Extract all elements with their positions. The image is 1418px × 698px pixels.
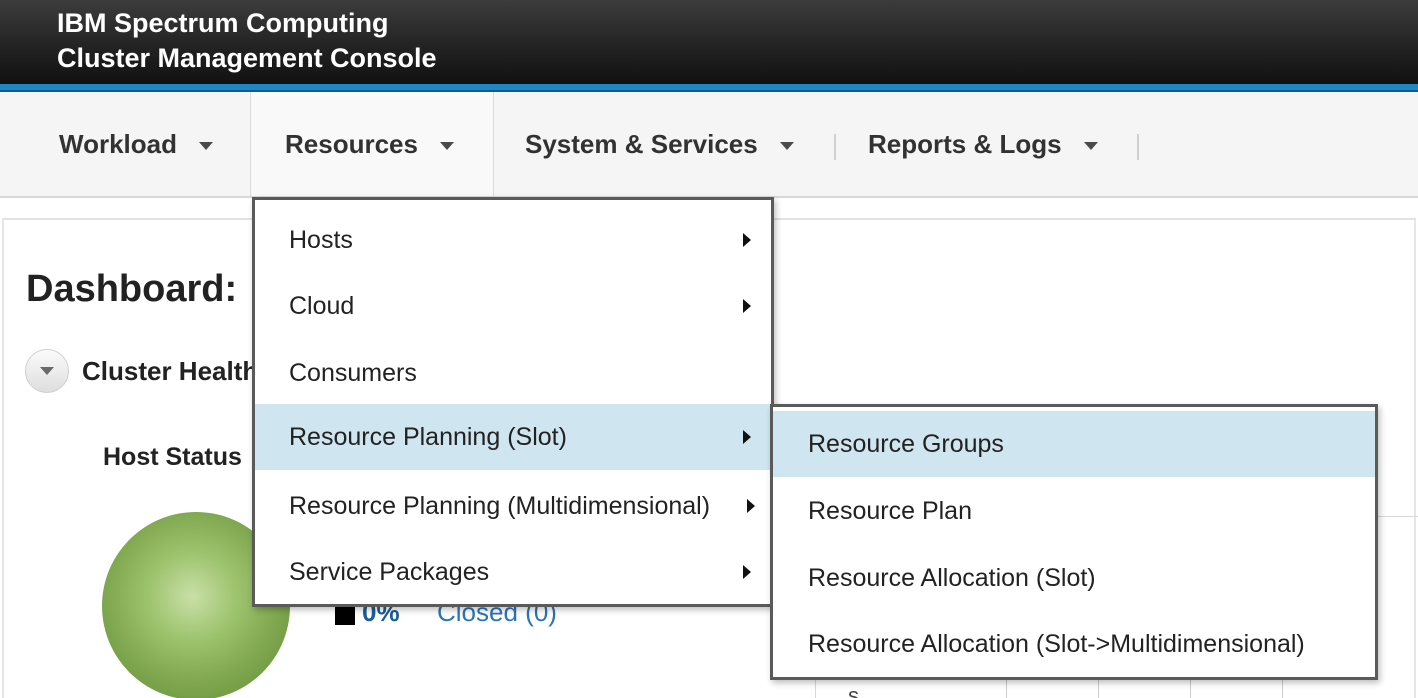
table-column-divider	[1282, 677, 1283, 698]
chevron-right-icon	[743, 565, 751, 579]
submenu-item-label: Resource Allocation (Slot->Multidimensio…	[808, 629, 1305, 658]
submenu-item-label: Resource Groups	[808, 429, 1004, 458]
nav-reports-logs[interactable]: Reports & Logs	[868, 92, 1098, 196]
menu-item-label: Service Packages	[289, 557, 490, 586]
menu-item-label: Hosts	[289, 225, 353, 254]
app-header: IBM Spectrum Computing Cluster Managemen…	[0, 0, 1418, 84]
menu-item-label: Resource Planning (Multidimensional)	[289, 491, 711, 520]
submenu-item-resource-groups[interactable]: Resource Groups	[773, 411, 1375, 477]
nav-system-services-label: System & Services	[525, 128, 758, 159]
collapse-section-button[interactable]	[25, 349, 69, 393]
menu-item-label: Consumers	[289, 358, 417, 387]
chevron-right-icon	[743, 233, 751, 247]
chevron-down-icon	[779, 141, 794, 150]
app-title: IBM Spectrum Computing Cluster Managemen…	[57, 6, 437, 76]
chevron-down-icon	[40, 367, 54, 375]
nav-resources-label: Resources	[285, 128, 418, 159]
nav-reports-logs-label: Reports & Logs	[868, 128, 1062, 159]
app-title-line1: IBM Spectrum Computing	[57, 8, 389, 38]
nav-divider	[1137, 134, 1139, 160]
header-accent-stripe	[0, 84, 1418, 92]
chevron-right-icon	[747, 499, 755, 513]
menu-item-label: Cloud	[289, 291, 355, 320]
chevron-right-icon	[743, 299, 751, 313]
nav-system-services[interactable]: System & Services	[525, 92, 794, 196]
host-status-title: Host Status	[103, 443, 242, 471]
chevron-down-icon	[198, 141, 213, 150]
table-column-divider	[1098, 677, 1099, 698]
table-column-divider	[1190, 677, 1191, 698]
menu-item-consumers[interactable]: Consumers	[255, 340, 771, 406]
submenu-item-label: Resource Allocation (Slot)	[808, 563, 1096, 592]
nav-workload[interactable]: Workload	[59, 92, 213, 196]
menu-item-hosts[interactable]: Hosts	[255, 207, 771, 273]
table-column-divider	[1006, 677, 1007, 698]
table-header-fragment: s	[848, 683, 859, 698]
nav-workload-label: Workload	[59, 128, 177, 159]
app-window: IBM Spectrum Computing Cluster Managemen…	[0, 0, 1418, 698]
submenu-item-resource-allocation-slot[interactable]: Resource Allocation (Slot)	[773, 545, 1375, 611]
menu-item-resource-planning-multidimensional[interactable]: Resource Planning (Multidimensional)	[255, 473, 771, 539]
menu-item-resource-planning-slot[interactable]: Resource Planning (Slot)	[255, 404, 771, 470]
menu-item-cloud[interactable]: Cloud	[255, 273, 771, 339]
submenu-item-label: Resource Plan	[808, 496, 972, 525]
submenu-item-resource-allocation-slot-multidimensional[interactable]: Resource Allocation (Slot->Multidimensio…	[773, 611, 1375, 677]
main-nav: Workload Resources System & Services Rep…	[0, 92, 1418, 198]
nav-divider	[834, 134, 836, 160]
page-title: Dashboard:	[26, 268, 238, 310]
nav-resources[interactable]: Resources	[250, 92, 494, 196]
resources-dropdown-menu: Hosts Cloud Consumers Resource Planning …	[252, 197, 774, 607]
app-title-line2: Cluster Management Console	[57, 43, 437, 73]
chevron-down-icon	[439, 141, 454, 150]
chevron-down-icon	[1083, 141, 1098, 150]
legend-swatch	[335, 605, 355, 625]
chevron-right-icon	[743, 430, 751, 444]
menu-item-service-packages[interactable]: Service Packages	[255, 539, 771, 605]
submenu-item-resource-plan[interactable]: Resource Plan	[773, 478, 1375, 544]
resource-planning-submenu: Resource Groups Resource Plan Resource A…	[770, 404, 1378, 680]
section-title: Cluster Health	[82, 356, 259, 386]
menu-item-label: Resource Planning (Slot)	[289, 422, 567, 451]
